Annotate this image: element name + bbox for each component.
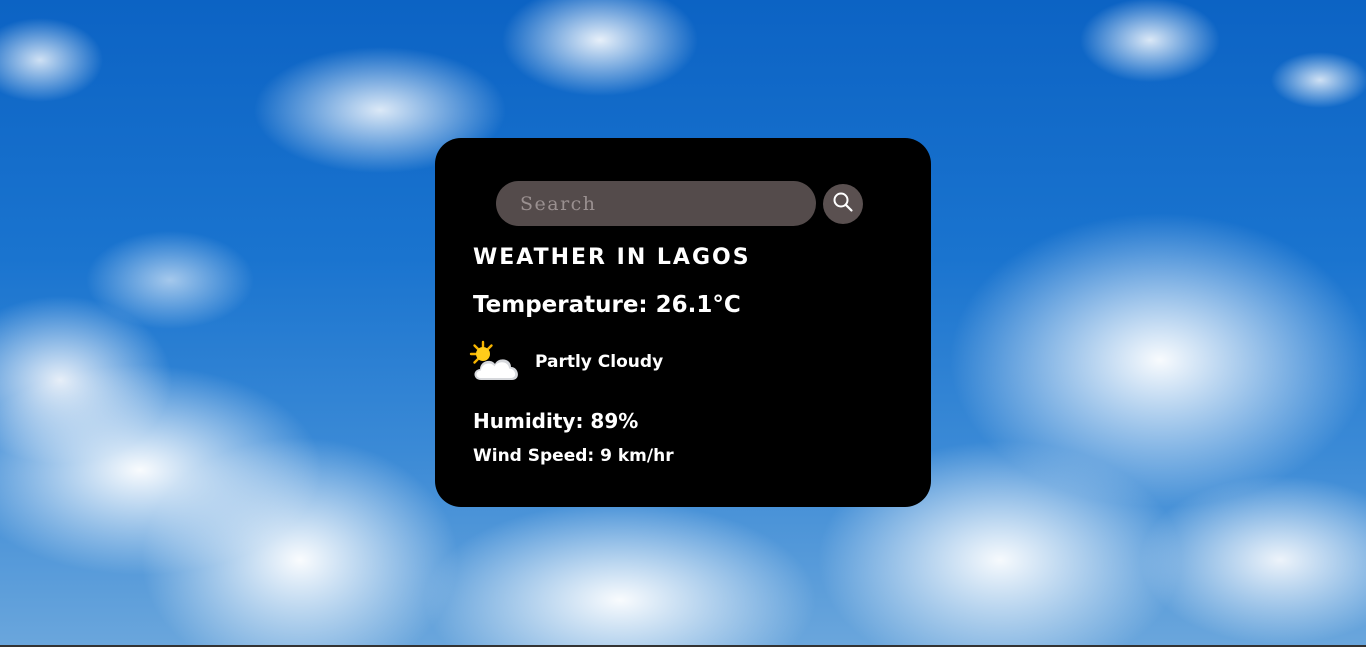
city-title: WEATHER IN LAGOS — [473, 245, 751, 270]
temperature: Temperature: 26.1°C — [473, 292, 741, 318]
search-input[interactable] — [496, 181, 816, 226]
condition-row: Partly Cloudy — [467, 340, 663, 384]
search-icon — [832, 191, 854, 216]
condition-text: Partly Cloudy — [535, 352, 664, 372]
weather-card: WEATHER IN LAGOS Temperature: 26.1°C Par… — [435, 138, 931, 507]
wind-speed: Wind Speed: 9 km/hr — [473, 446, 674, 466]
humidity: Humidity: 89% — [473, 409, 639, 433]
search-button[interactable] — [823, 183, 863, 224]
partly-cloudy-icon — [467, 340, 523, 384]
search-bar — [496, 181, 863, 226]
